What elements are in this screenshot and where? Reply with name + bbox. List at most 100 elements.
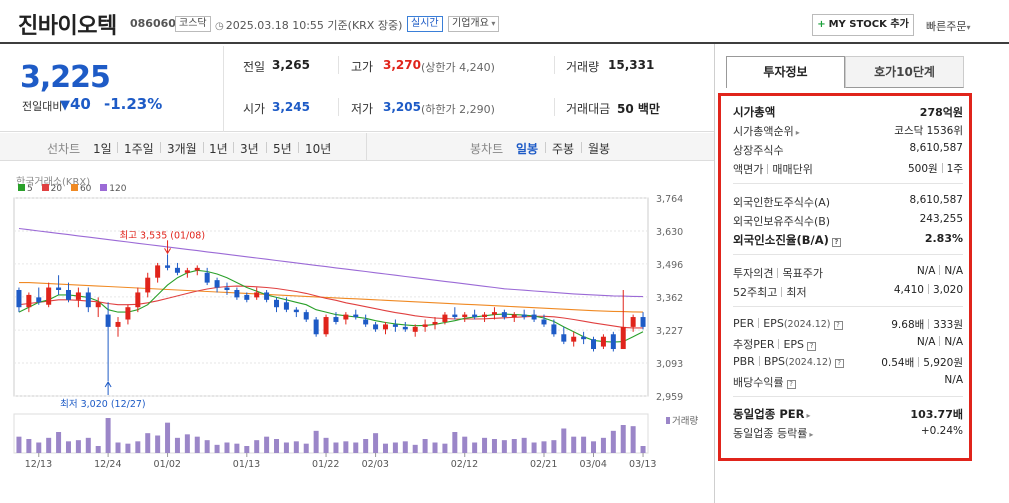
candle-body: [105, 314, 111, 327]
tab-orderbook[interactable]: 호가10단계: [845, 56, 964, 88]
volume-bar: [194, 436, 200, 453]
line-chart-label[interactable]: 선차트: [47, 140, 80, 157]
w52-label: 52주최고 최저: [733, 284, 807, 300]
volume-bar: [46, 437, 52, 453]
x-tick-label: 12/13: [25, 459, 52, 470]
cap-rank-row: 시가총액순위 ▸ 코스닥 1536위: [733, 121, 963, 139]
candle-body: [412, 326, 418, 332]
volume-bar: [610, 430, 616, 453]
tab-invest-info[interactable]: 투자정보: [726, 56, 845, 88]
candle-body: [313, 319, 319, 335]
w52-high-label: 52주최고: [733, 286, 778, 299]
prev-close-value: 3,265: [272, 58, 310, 72]
period-3m[interactable]: 3개월: [167, 140, 197, 157]
help-icon[interactable]: ?: [834, 359, 844, 368]
shares-label: 상장주식수: [733, 144, 784, 157]
candle-body: [244, 294, 250, 300]
help-icon[interactable]: ?: [786, 380, 796, 389]
volume-bar: [95, 446, 101, 453]
stock-header: 진바이오텍 086060 코스닥 ◷ 2025.03.18 10:55 기준(KR…: [0, 0, 1009, 44]
volume-bar: [26, 439, 32, 453]
help-icon[interactable]: ?: [833, 321, 843, 330]
candle-body: [432, 321, 438, 325]
foreign-ratio-value: 2.83%: [924, 232, 963, 245]
volume-bar: [571, 436, 577, 453]
quick-order-menu[interactable]: 빠른주문▾: [926, 18, 971, 34]
year-note: (2024.12): [783, 319, 831, 330]
candle-body: [561, 334, 567, 342]
open-value: 3,245: [272, 100, 310, 114]
candle-body: [591, 339, 597, 350]
x-tick-label: 01/22: [312, 459, 339, 470]
add-my-stock-button[interactable]: + MY STOCK 추가: [812, 14, 914, 36]
candle-body: [165, 265, 171, 268]
stock-name: 진바이오텍: [18, 14, 117, 39]
x-tick-label: 12/24: [94, 459, 121, 470]
volume-bar: [204, 440, 210, 453]
low-label: 저가: [351, 102, 374, 116]
pbr-bps-row: PBR BPS(2024.12)? 0.54배 5,920원: [733, 353, 963, 371]
sector-change-label[interactable]: 동일업종 등락률 ▸: [733, 425, 813, 441]
company-overview-dropdown[interactable]: 기업개요 ▾: [448, 16, 500, 32]
candle-body: [254, 292, 260, 298]
candle-body: [26, 294, 32, 308]
price-chart[interactable]: 3,764 3,630 3,496 3,362 3,227 3,093 2,959 최고 3,…: [0, 162, 714, 503]
x-tick-label: 01/13: [233, 459, 260, 470]
period-3y[interactable]: 3년: [240, 140, 259, 157]
candle-body: [511, 314, 517, 318]
volume-bar: [402, 441, 408, 453]
bps-value: 5,920원: [923, 357, 963, 369]
candle-body: [95, 302, 101, 308]
y-tick-label: 3,764: [656, 194, 683, 205]
period-1y[interactable]: 1년: [209, 140, 228, 157]
volume-bar: [254, 440, 260, 453]
help-icon[interactable]: ?: [807, 342, 817, 351]
x-tick-label: 02/12: [451, 459, 478, 470]
volume-bar: [620, 425, 626, 453]
volume-bar: [521, 437, 527, 453]
period-5y[interactable]: 5년: [273, 140, 292, 157]
volume-bar: [155, 435, 161, 453]
volume-bar: [274, 439, 280, 453]
volume-bar: [491, 439, 497, 453]
candle-weekly[interactable]: 주봉: [552, 140, 574, 157]
period-1w[interactable]: 1주일: [124, 140, 154, 157]
candle-body: [581, 336, 587, 340]
volume-bar: [75, 440, 81, 453]
quote-datetime: ◷ 2025.03.18 10:55 기준(KRX 장중): [215, 17, 402, 33]
candle-body: [145, 277, 151, 293]
candle-body: [194, 267, 200, 271]
bps-label: BPS: [763, 355, 785, 368]
volume-bar: [511, 439, 517, 453]
volume-bar: [462, 436, 468, 453]
volume-bar: [135, 441, 141, 453]
volume-bar: [442, 443, 448, 453]
candle-monthly[interactable]: 월봉: [588, 140, 610, 157]
volume-bar: [224, 442, 230, 453]
ma5-line: [18, 269, 644, 343]
candle-body: [155, 265, 161, 278]
sector-per-label[interactable]: 동일업종 PER ▸: [733, 406, 810, 422]
volume-bar: [422, 439, 428, 453]
dividend-label-text: 배당수익률: [733, 376, 784, 389]
x-tick-label: 03/04: [580, 459, 607, 470]
sector-per-value: 103.77배: [910, 408, 963, 421]
candle-body: [472, 314, 478, 318]
foreign-ratio-label: 외국인소진율(B/A)?: [733, 232, 841, 248]
period-1d[interactable]: 1일: [93, 140, 112, 157]
unit-label: 매매단위: [772, 163, 813, 176]
eps-label: EPS: [763, 317, 784, 330]
candle-body: [125, 307, 131, 320]
volume-bar: [293, 441, 299, 453]
add-my-stock-label: MY STOCK 추가: [828, 19, 909, 30]
cap-rank-label[interactable]: 시가총액순위 ▸: [733, 123, 800, 139]
period-10y[interactable]: 10년: [305, 140, 331, 157]
candle-body: [36, 297, 42, 303]
opinion-label: 투자의견: [733, 267, 774, 280]
realtime-tag[interactable]: 실시간: [407, 16, 443, 32]
face-value: 500원: [907, 163, 938, 175]
help-icon[interactable]: ?: [831, 238, 841, 247]
candle-chart-label[interactable]: 봉차트: [470, 140, 503, 157]
sector-change-value: +0.24%: [920, 425, 963, 437]
candle-daily[interactable]: 일봉: [516, 140, 538, 157]
